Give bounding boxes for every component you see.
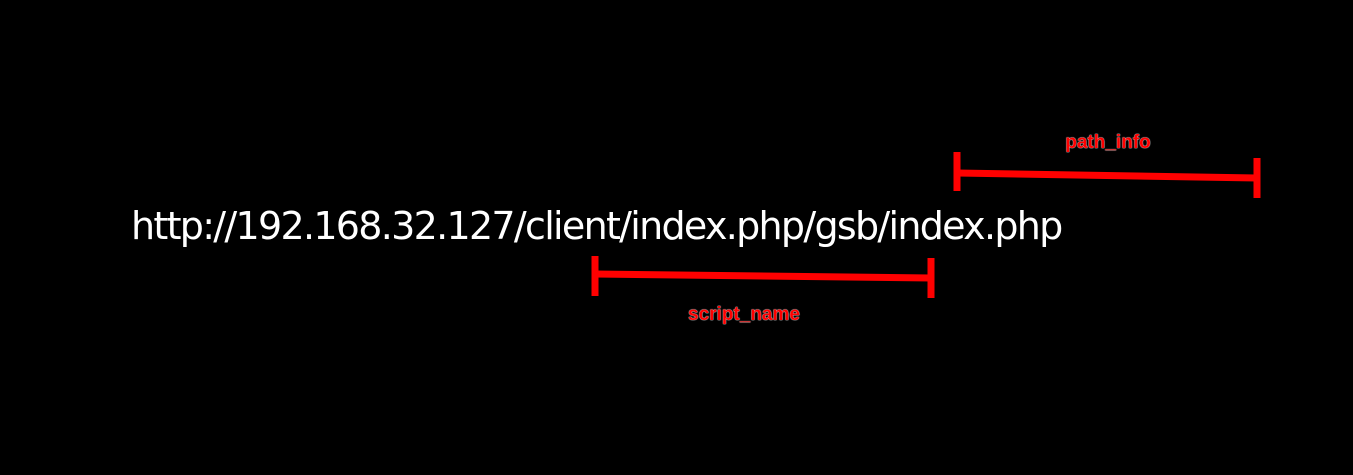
path-info-bracket-bar	[956, 169, 1258, 182]
diagram-canvas: http://192.168.32.127/client/index.php/g…	[0, 0, 1353, 475]
script-name-bracket-bar	[594, 270, 932, 282]
annotation-brackets	[591, 152, 1261, 298]
path-info-label: path_info	[1065, 132, 1151, 153]
script-name-label: script_name	[688, 304, 800, 325]
path-info-bracket	[953, 152, 1261, 198]
script-name-bracket	[591, 256, 935, 298]
